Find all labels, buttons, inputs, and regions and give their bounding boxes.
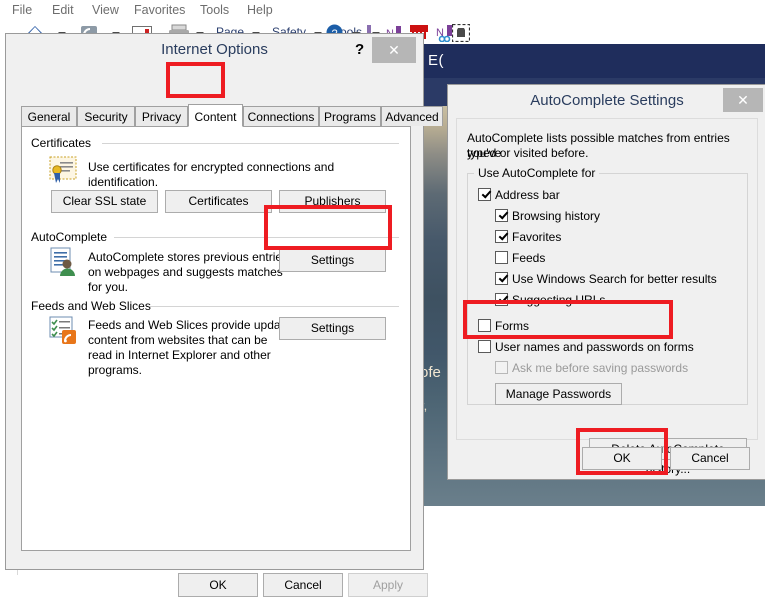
clear-ssl-state-button[interactable]: Clear SSL state xyxy=(51,190,158,213)
autocomplete-description-line2: on webpages and suggests matches xyxy=(88,265,283,279)
autocomplete-cancel-button[interactable]: Cancel xyxy=(670,447,750,470)
tab-programs[interactable]: Programs xyxy=(319,106,381,126)
internet-options-cancel-button[interactable]: Cancel xyxy=(263,573,343,597)
label-ask-before-saving: Ask me before saving passwords xyxy=(512,361,689,375)
internet-options-dialog: Internet Options ? ✕ General Security Pr… xyxy=(5,33,443,597)
checkbox-windows-search[interactable] xyxy=(495,272,508,285)
tab-connections[interactable]: Connections xyxy=(243,106,319,126)
tab-security[interactable]: Security xyxy=(77,106,135,126)
menu-item-view[interactable]: View xyxy=(88,2,123,18)
autocomplete-settings-body: AutoComplete lists possible matches from… xyxy=(456,118,758,476)
feeds-webslices-icon xyxy=(48,315,78,348)
tab-content[interactable]: Content xyxy=(188,104,243,127)
label-usernames-passwords: User names and passwords on forms xyxy=(495,340,694,354)
label-forms: Forms xyxy=(495,319,529,333)
evernote-clipper-icon[interactable] xyxy=(451,23,471,45)
checkbox-ask-before-saving xyxy=(495,361,508,374)
feeds-description-line3: read in Internet Explorer and other xyxy=(88,348,271,362)
close-icon[interactable]: ✕ xyxy=(723,88,763,112)
manage-passwords-button[interactable]: Manage Passwords xyxy=(495,383,622,405)
checkbox-forms[interactable] xyxy=(478,319,491,332)
content-tab-panel: Certificates Use certificates for encryp… xyxy=(21,126,411,551)
certificate-icon xyxy=(48,155,78,188)
certificates-group-divider xyxy=(102,143,399,144)
checkbox-browsing-history[interactable] xyxy=(495,209,508,222)
internet-options-titlebar[interactable]: Internet Options ? ✕ xyxy=(6,34,423,68)
certificates-group-label: Certificates xyxy=(31,136,97,150)
feeds-group-label: Feeds and Web Slices xyxy=(31,299,156,313)
menu-item-help[interactable]: Help xyxy=(243,2,277,18)
autocomplete-icon xyxy=(48,247,78,280)
feeds-group-divider xyxy=(150,306,399,307)
label-windows-search: Use Windows Search for better results xyxy=(512,272,717,286)
autocomplete-settings-button[interactable]: Settings xyxy=(279,249,386,272)
autocomplete-ok-button[interactable]: OK xyxy=(582,447,662,470)
autocomplete-settings-dialog: AutoComplete Settings ✕ AutoComplete lis… xyxy=(447,84,765,480)
label-feeds: Feeds xyxy=(512,251,546,265)
use-autocomplete-group-label: Use AutoComplete for xyxy=(474,166,600,180)
close-icon[interactable]: ✕ xyxy=(372,37,416,63)
autocomplete-group-label: AutoComplete xyxy=(31,230,113,244)
internet-options-ok-button[interactable]: OK xyxy=(178,573,258,597)
checkbox-usernames-passwords[interactable] xyxy=(478,340,491,353)
checkbox-address-bar[interactable] xyxy=(478,188,491,201)
autocomplete-titlebar[interactable]: AutoComplete Settings ✕ xyxy=(448,85,765,119)
menu-item-favorites[interactable]: Favorites xyxy=(130,2,189,18)
certificates-button[interactable]: Certificates xyxy=(165,190,272,213)
feeds-settings-button[interactable]: Settings xyxy=(279,317,386,340)
menu-bar: File Edit View Favorites Tools Help xyxy=(0,0,765,22)
tab-general[interactable]: General xyxy=(21,106,77,126)
checkbox-feeds[interactable] xyxy=(495,251,508,264)
feeds-description-line2: content from websites that can be xyxy=(88,333,268,347)
autocomplete-description-line1: AutoComplete stores previous entries xyxy=(88,250,289,264)
menu-item-tools[interactable]: Tools xyxy=(196,2,233,18)
checkbox-suggesting-urls[interactable] xyxy=(495,293,508,306)
label-address-bar: Address bar xyxy=(495,188,560,202)
help-button[interactable]: ? xyxy=(355,41,364,58)
checkbox-favorites[interactable] xyxy=(495,230,508,243)
autocomplete-settings-title: AutoComplete Settings xyxy=(530,92,684,109)
label-suggesting-urls: Suggesting URLs xyxy=(512,293,606,307)
tab-privacy[interactable]: Privacy xyxy=(135,106,188,126)
label-browsing-history: Browsing history xyxy=(512,209,601,223)
autocomplete-description-line3: for you. xyxy=(88,280,129,294)
label-favorites: Favorites xyxy=(512,230,562,244)
feeds-description-line4: programs. xyxy=(88,363,143,377)
autocomplete-intro-line2: typed or visited before. xyxy=(467,146,589,160)
menu-item-file[interactable]: File xyxy=(8,2,36,18)
publishers-button[interactable]: Publishers xyxy=(279,190,386,213)
internet-options-apply-button: Apply xyxy=(348,573,428,597)
page-brand-text: E( xyxy=(428,52,444,69)
menu-item-edit[interactable]: Edit xyxy=(48,2,78,18)
internet-options-tabs: General Security Privacy Content Connect… xyxy=(21,104,443,128)
certificates-description: Use certificates for encrypted connectio… xyxy=(88,160,335,189)
feeds-description-line1: Feeds and Web Slices provide updated xyxy=(88,318,298,332)
autocomplete-group-divider xyxy=(114,237,399,238)
tab-advanced[interactable]: Advanced xyxy=(381,106,443,126)
